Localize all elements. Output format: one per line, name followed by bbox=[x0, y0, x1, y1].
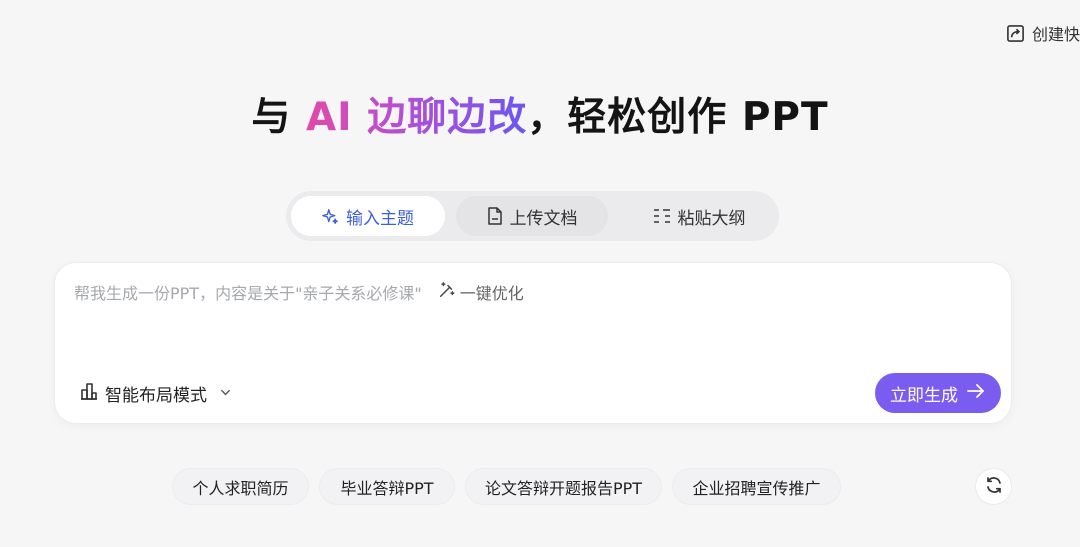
suggestion-chip-label: 论文答辩开题报告PPT bbox=[484, 478, 643, 498]
arrow-right-icon bbox=[966, 383, 986, 404]
tab-input-topic-label: 输入主题 bbox=[346, 208, 414, 229]
suggestion-chip-label: 企业招聘宣传推广 bbox=[692, 478, 821, 498]
suggestion-chip[interactable]: 个人求职简历 bbox=[172, 468, 309, 505]
magic-wand-icon bbox=[438, 281, 456, 303]
generate-button[interactable]: 立即生成 bbox=[875, 373, 1001, 413]
refresh-icon bbox=[984, 475, 1004, 499]
create-button[interactable]: 创建快 bbox=[1006, 21, 1080, 45]
outline-list-icon bbox=[653, 208, 671, 224]
tab-paste-outline[interactable]: 粘贴大纲 bbox=[624, 196, 774, 236]
prompt-input-card: 帮我生成一份PPT，内容是关于"亲子关系必修课" 一键优化 智能布局模式 立即生… bbox=[54, 262, 1012, 424]
tab-upload-document[interactable]: 上传文档 bbox=[456, 196, 608, 236]
prompt-row: 帮我生成一份PPT，内容是关于"亲子关系必修课" 一键优化 bbox=[74, 280, 524, 304]
title-highlight: AI 边聊边改 bbox=[305, 95, 528, 140]
prompt-input[interactable]: 帮我生成一份PPT，内容是关于"亲子关系必修课" bbox=[74, 280, 422, 304]
layout-mode-label: 智能布局模式 bbox=[105, 386, 207, 406]
title-suffix: ，轻松创作 PPT bbox=[527, 95, 829, 140]
generate-button-label: 立即生成 bbox=[890, 385, 958, 406]
page-title: 与 AI 边聊边改，轻松创作 PPT bbox=[0, 92, 1080, 144]
input-mode-tabs: 输入主题 上传文档 粘贴大纲 bbox=[286, 191, 779, 241]
suggestion-chip-label: 毕业答辩PPT bbox=[340, 478, 434, 498]
tab-paste-outline-label: 粘贴大纲 bbox=[677, 208, 746, 229]
sparkle-icon bbox=[322, 208, 339, 225]
suggestion-chip-label: 个人求职简历 bbox=[192, 478, 289, 498]
suggestion-chip[interactable]: 企业招聘宣传推广 bbox=[672, 468, 841, 505]
chevron-down-icon bbox=[219, 384, 232, 404]
create-button-label: 创建快 bbox=[1032, 25, 1080, 44]
optimize-button-label: 一键优化 bbox=[459, 284, 524, 303]
refresh-suggestions-button[interactable] bbox=[975, 468, 1012, 505]
tab-upload-document-label: 上传文档 bbox=[509, 208, 578, 229]
share-edit-icon bbox=[1006, 24, 1025, 43]
optimize-button[interactable]: 一键优化 bbox=[438, 280, 524, 304]
title-prefix: 与 bbox=[251, 95, 306, 140]
document-icon bbox=[487, 207, 503, 225]
tab-input-topic[interactable]: 输入主题 bbox=[291, 196, 445, 236]
suggestion-chip[interactable]: 毕业答辩PPT bbox=[319, 468, 455, 505]
layout-mode-select[interactable]: 智能布局模式 bbox=[79, 381, 232, 406]
suggestion-chip[interactable]: 论文答辩开题报告PPT bbox=[465, 468, 662, 505]
layout-icon bbox=[79, 381, 99, 406]
